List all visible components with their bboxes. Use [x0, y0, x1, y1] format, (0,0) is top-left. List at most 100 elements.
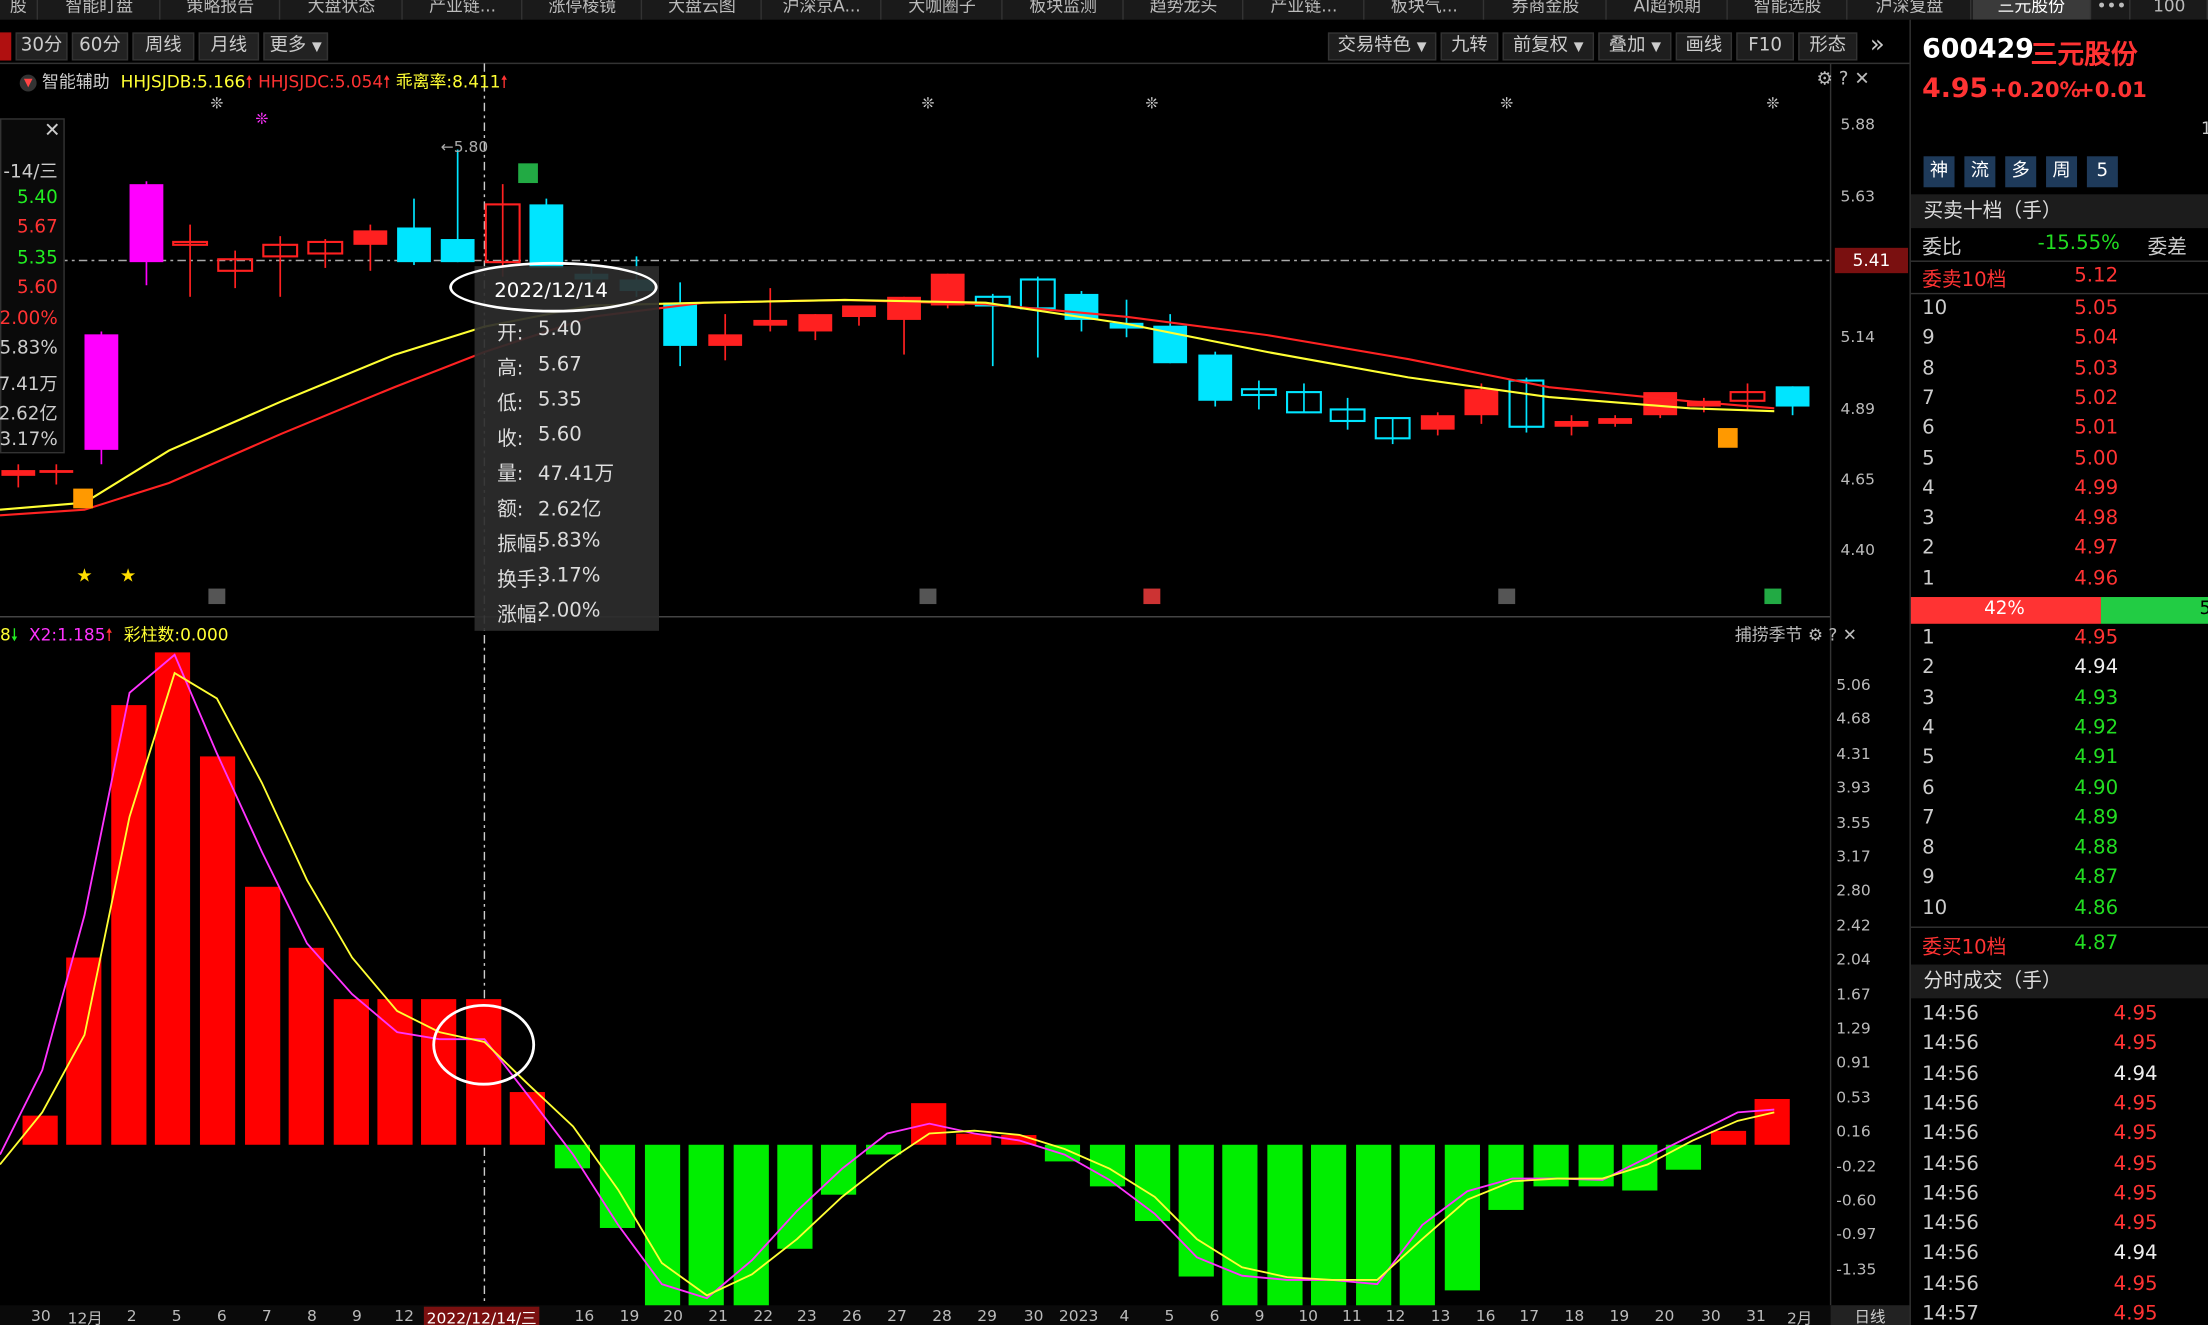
high-marker-label: ←5.80 — [440, 137, 489, 157]
tooltip-value: 5.35 — [537, 388, 582, 412]
histogram-bar — [1134, 1144, 1171, 1222]
close-icon[interactable]: ✕ — [1843, 625, 1857, 645]
candle-body — [842, 305, 876, 318]
ask-row: 7 5.02 — [1922, 387, 2204, 417]
trade-time: 14:56 — [1922, 1002, 1979, 1026]
trade-price: 4.95 — [2113, 1302, 2158, 1325]
highlight-ellipse — [449, 261, 658, 313]
panel-button-3[interactable]: 周 — [2046, 156, 2078, 188]
ask-level: 6 — [1922, 417, 1935, 440]
trade-row: 14:56 4.95 — [1922, 1093, 2204, 1123]
indicator-name: 智能辅助 — [42, 71, 110, 92]
ask-price: 4.98 — [2074, 507, 2119, 530]
left-box-value: 5.40 — [16, 186, 58, 208]
trade-time: 14:56 — [1922, 1032, 1979, 1056]
ask-price: 5.01 — [2074, 417, 2119, 440]
current-price-tag: 5.41 — [1834, 247, 1909, 274]
candle-body — [129, 184, 164, 263]
sub-y-tick-label: -0.22 — [1836, 1156, 1877, 1176]
tooltip-value: 3.17% — [537, 564, 601, 588]
sparkle-marker: ❊ — [1145, 94, 1158, 112]
trade-price: 4.95 — [2113, 1182, 2158, 1206]
trade-time: 14:56 — [1922, 1182, 1979, 1206]
buy-signal-marker — [1717, 428, 1738, 448]
sub-y-tick-label: -1.35 — [1836, 1259, 1877, 1279]
x-tick-label: 9 — [1254, 1306, 1265, 1325]
trade-row: 14:56 4.95 — [1922, 1212, 2204, 1242]
help-icon[interactable]: ? — [1839, 69, 1849, 90]
x-tick-label: 11 — [1341, 1306, 1362, 1325]
trade-price: 4.94 — [2113, 1242, 2158, 1265]
tooltip-label: 开: — [497, 322, 524, 345]
x-tick-label: 6 — [216, 1306, 227, 1325]
left-box-value: 7.41万 — [0, 373, 58, 395]
panel-button-4[interactable]: 5 — [2086, 156, 2118, 188]
trade-time: 14:56 — [1922, 1212, 1979, 1236]
bid-price: 4.92 — [2074, 716, 2119, 740]
star-marker: ★ — [120, 566, 136, 587]
tooltip-label: 低: — [497, 392, 524, 416]
stock-name: 三元股份 — [2030, 39, 2138, 71]
trade-row: 14:56 4.95 — [1922, 1182, 2204, 1212]
tab-17[interactable]: 三元股份 — [1972, 0, 2092, 20]
ratio-right: 5 — [2200, 598, 2208, 619]
sell10-label: 委卖10档 — [1922, 268, 2007, 292]
close-icon[interactable]: ✕ — [44, 120, 61, 143]
bid-row: 6 4.90 — [1922, 777, 2204, 807]
indicator-dropdown-icon[interactable]: ▼ — [19, 73, 37, 91]
x-tick-label: 2 — [126, 1306, 137, 1325]
ask-price: 5.04 — [2074, 327, 2119, 350]
trade-price: 4.95 — [2113, 1032, 2158, 1056]
bid-row: 7 4.89 — [1922, 807, 2204, 837]
y-tick-label: 5.88 — [1840, 115, 1875, 134]
bid-level: 1 — [1922, 626, 1935, 650]
gear-icon[interactable]: ⚙ — [1808, 625, 1823, 645]
x-tick-label: 13 — [1430, 1306, 1451, 1325]
sub-y-tick-label: 3.93 — [1836, 778, 1871, 798]
x-tick-label: 26 — [842, 1306, 862, 1325]
app-root: 股智能盯盘 策略报告 大盘状态 产业链... 涨停棱镜 大盘云图 沪深京A... 大咖圈子 板块… — [0, 0, 2208, 1325]
trade-price: 4.95 — [2113, 1152, 2158, 1176]
candle-body — [1420, 415, 1455, 430]
tooltip-label: 高: — [497, 357, 524, 381]
trade-price: 4.95 — [2113, 1092, 2158, 1116]
help-icon[interactable]: ? — [1828, 625, 1837, 645]
sub-ind-colorbars: 彩柱数:0.000 — [123, 625, 229, 645]
candle-body — [397, 227, 431, 263]
ask-price: 5.00 — [2074, 447, 2119, 470]
panel-button-1[interactable]: 流 — [1964, 156, 1996, 188]
left-box-value: 5.35 — [16, 247, 58, 269]
tab-18[interactable]: ••• — [2094, 0, 2131, 20]
sub-indicator-header: 8🠗 X2:1.185🠕 彩柱数:0.000 — [0, 622, 229, 652]
ask-row: 6 5.01 — [1922, 417, 2204, 447]
panel-button-0[interactable]: 神 — [1923, 156, 1955, 188]
tooltip-label: 量: — [497, 463, 524, 486]
x-tick-label: 12 — [394, 1306, 414, 1325]
period-label[interactable]: 日线 — [1830, 1305, 1910, 1325]
tab-19[interactable]: 100 — [2132, 0, 2208, 20]
x-tick-label: 16 — [1475, 1306, 1496, 1325]
main-chart-controls: ⚙ ? ✕ — [1817, 69, 1870, 90]
left-box-value: 2.00% — [0, 307, 58, 329]
gear-icon[interactable]: ⚙ — [1817, 69, 1833, 90]
left-box-value: 3.17% — [0, 428, 58, 450]
sub-y-tick-label: 3.17 — [1836, 847, 1871, 866]
kline-chart[interactable]: ❊ ❊ ❊ ❊ ❊❊★ ★ — [0, 0, 1910, 1325]
buy10-value: 4.87 — [2074, 932, 2119, 955]
sub-y-tick-label: 2.04 — [1836, 950, 1871, 970]
panel-button-2[interactable]: 多 — [2005, 156, 2037, 188]
ask-level: 4 — [1922, 477, 1935, 500]
x-tick-label: 2月 — [1786, 1309, 1813, 1325]
trade-row: 14:56 4.95 — [1922, 1153, 2204, 1183]
sub-indicator-name[interactable]: 捕捞季节 — [1735, 625, 1803, 645]
candle-body — [1775, 386, 1810, 407]
bid-row: 2 4.94 — [1922, 657, 2204, 687]
side-number: 1 — [2201, 118, 2208, 138]
bid-level: 9 — [1922, 866, 1935, 890]
ind-hhjsjdc: HHJSJDC:5.054 — [258, 71, 384, 92]
ask-level: 9 — [1922, 327, 1935, 350]
sparkle-marker: ❊ — [1500, 94, 1513, 112]
close-icon[interactable]: ✕ — [1854, 69, 1869, 90]
candle-body — [39, 470, 74, 473]
x-tick-label: 12月 — [67, 1309, 103, 1325]
